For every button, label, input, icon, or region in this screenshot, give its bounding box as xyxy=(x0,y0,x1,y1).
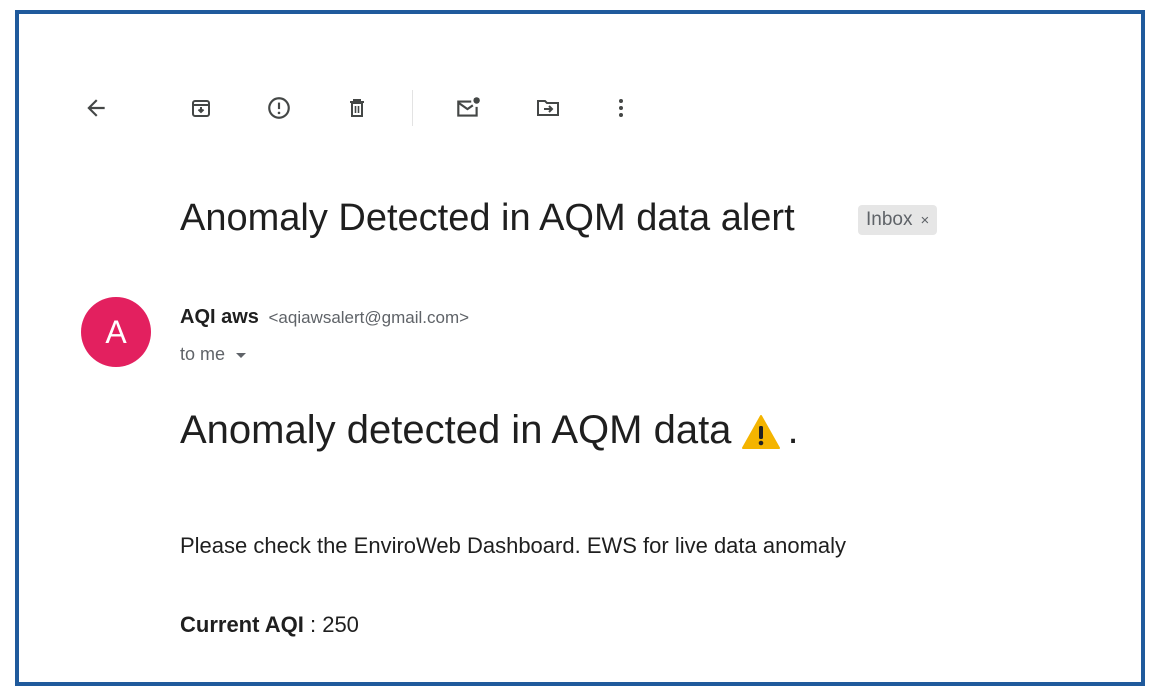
inbox-label-chip[interactable]: Inbox × xyxy=(858,205,938,235)
trash-icon xyxy=(350,99,364,117)
body-message: Please check the EnviroWeb Dashboard. EW… xyxy=(180,533,847,558)
remove-label-button[interactable]: × xyxy=(920,212,929,229)
current-aqi-line: Current AQI : 250 xyxy=(180,611,359,639)
email-subject: Anomaly Detected in AQM data alert xyxy=(180,197,795,239)
back-button[interactable] xyxy=(79,91,113,125)
caret-down-icon xyxy=(235,342,247,366)
move-to-button[interactable] xyxy=(531,91,565,125)
delete-button[interactable] xyxy=(340,91,374,125)
mark-unread-icon xyxy=(457,97,480,117)
more-options-button[interactable] xyxy=(604,91,638,125)
move-to-icon xyxy=(537,100,559,116)
report-spam-icon xyxy=(268,97,290,119)
headline-text: Anomaly detected in AQM data xyxy=(180,408,732,452)
headline-period: . xyxy=(787,408,799,452)
more-vertical-icon xyxy=(619,99,623,117)
recipient-label: to me xyxy=(180,344,226,364)
archive-icon xyxy=(192,100,210,117)
avatar[interactable]: A xyxy=(81,297,151,367)
sender-name[interactable]: AQI aws xyxy=(180,306,259,328)
sender-email: <aqiawsalert@gmail.com> xyxy=(268,308,470,327)
mark-unread-button[interactable] xyxy=(451,91,485,125)
label-chip-text: Inbox xyxy=(866,209,913,230)
archive-button[interactable] xyxy=(184,91,218,125)
arrow-left-icon xyxy=(87,99,105,117)
aqi-separator: : xyxy=(303,612,323,637)
body-headline: Anomaly detected in AQM data . xyxy=(180,398,799,462)
aqi-value: 250 xyxy=(322,612,359,637)
aqi-label: Current AQI xyxy=(180,612,304,637)
warning-icon xyxy=(741,412,781,462)
toolbar-divider xyxy=(412,90,413,126)
report-spam-button[interactable] xyxy=(262,91,296,125)
sender-info: AQI aws <aqiawsalert@gmail.com> xyxy=(180,304,469,331)
recipient-details-toggle[interactable]: to me xyxy=(180,342,247,366)
